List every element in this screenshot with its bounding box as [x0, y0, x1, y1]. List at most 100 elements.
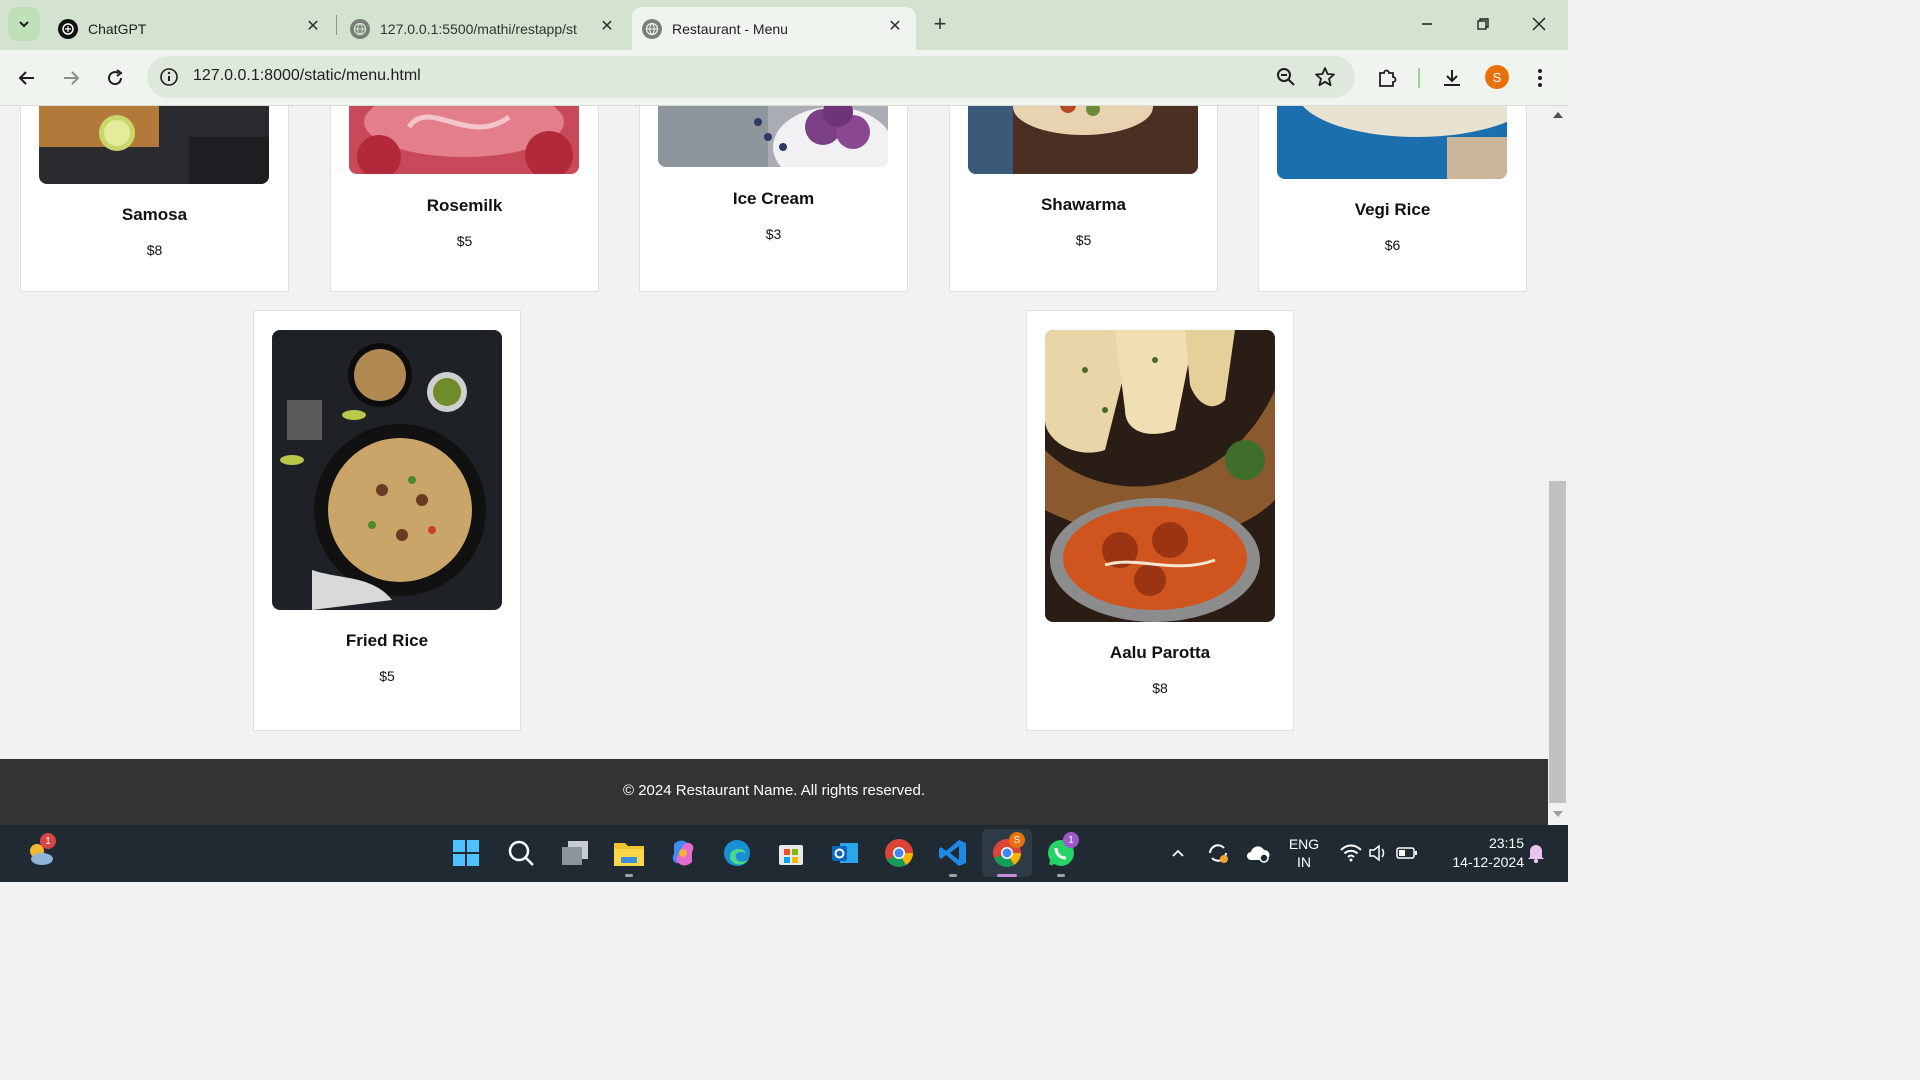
close-tab-icon[interactable]: ✕	[598, 17, 616, 35]
item-price: $8	[146, 242, 163, 258]
close-window-button[interactable]	[1525, 10, 1553, 38]
aalu-parotta-image	[1045, 330, 1275, 622]
puzzle-icon	[1379, 69, 1397, 87]
globe-icon	[350, 18, 370, 39]
menu-card-rosemilk[interactable]: Rosemilk $5	[330, 106, 599, 292]
extensions-button[interactable]	[1373, 64, 1401, 92]
microsoft-store-button[interactable]	[773, 835, 809, 871]
weather-widget[interactable]: 1	[22, 833, 58, 871]
chatgpt-icon	[58, 18, 78, 39]
rosemilk-image	[349, 106, 579, 174]
item-name: Fried Rice	[345, 631, 429, 650]
clock[interactable]: 23:15 14-12-2024	[1430, 834, 1524, 872]
close-icon	[1532, 17, 1546, 31]
notifications-button[interactable]	[1518, 835, 1554, 871]
whatsapp-button[interactable]: 1	[1043, 832, 1079, 877]
region-code: IN	[1297, 854, 1311, 870]
footer-copyright: © 2024 Restaurant Name. All rights reser…	[622, 782, 926, 799]
item-price: $5	[379, 668, 395, 684]
fried-rice-image	[272, 330, 502, 610]
show-hidden-icons-button[interactable]	[1160, 835, 1196, 871]
edge-button[interactable]	[719, 835, 755, 871]
item-name: Aalu Parotta	[1109, 643, 1211, 662]
task-view-icon	[562, 841, 588, 865]
arrow-left-icon	[18, 71, 34, 85]
scroll-down-arrow-icon[interactable]	[1553, 811, 1563, 817]
tab-restaurant-menu[interactable]: Restaurant - Menu ✕	[632, 7, 916, 50]
tab-strip: ChatGPT ✕ 127.0.0.1:5500/mathi/restapp/s…	[0, 0, 1568, 50]
tab-title: ChatGPT	[88, 20, 147, 37]
bell-icon	[1528, 845, 1544, 864]
search-button[interactable]	[503, 835, 539, 871]
download-icon	[1444, 70, 1460, 86]
new-tab-button[interactable]: +	[928, 11, 952, 36]
start-button[interactable]	[448, 835, 484, 871]
profile-avatar[interactable]: S	[1485, 65, 1509, 89]
outlook-button[interactable]	[827, 835, 863, 871]
sync-icon	[1209, 844, 1228, 863]
onedrive-tray-button[interactable]	[1240, 835, 1276, 871]
chevron-down-icon	[19, 21, 29, 28]
store-icon	[779, 845, 803, 865]
language-indicator[interactable]: ENG IN	[1285, 835, 1323, 871]
profile-badge: S	[1009, 832, 1025, 848]
notification-badge: 1	[40, 833, 56, 849]
vscode-icon	[939, 840, 966, 866]
downloads-button[interactable]	[1438, 64, 1466, 92]
copilot-button[interactable]	[665, 835, 701, 871]
item-name: Samosa	[121, 205, 188, 224]
tab-localhost-5500[interactable]: 127.0.0.1:5500/mathi/restapp/st ✕	[340, 7, 628, 50]
chrome-button[interactable]	[881, 835, 917, 871]
page-viewport: Samosa $8 Rosemilk $5 Ice Cream $3 Shawa…	[0, 106, 1548, 825]
item-name: Shawarma	[1040, 195, 1127, 214]
zoom-icon[interactable]	[1275, 66, 1297, 88]
chrome-profile-button[interactable]: S	[989, 832, 1025, 877]
item-price: $8	[1152, 680, 1168, 696]
minimize-button[interactable]	[1413, 10, 1441, 38]
item-price: $5	[1075, 232, 1092, 248]
item-name: Rosemilk	[426, 196, 503, 215]
close-tab-icon[interactable]: ✕	[886, 17, 904, 35]
vscode-button[interactable]	[935, 835, 971, 877]
ice-cream-image	[658, 106, 888, 167]
tab-chatgpt[interactable]: ChatGPT ✕	[48, 7, 338, 50]
tab-search-button[interactable]	[8, 7, 40, 41]
site-info-icon[interactable]	[159, 67, 179, 92]
sync-tray-button[interactable]	[1200, 835, 1236, 871]
scroll-up-arrow-icon[interactable]	[1553, 112, 1563, 118]
browser-toolbar: 127.0.0.1:8000/static/menu.html S	[0, 50, 1568, 106]
menu-card-samosa[interactable]: Samosa $8	[20, 106, 289, 292]
clock-time: 23:15	[1488, 835, 1524, 851]
outlook-icon	[832, 843, 858, 863]
chrome-icon	[885, 839, 913, 867]
running-indicator	[625, 874, 633, 877]
cloud-icon	[1247, 846, 1270, 863]
tab-title: 127.0.0.1:5500/mathi/restapp/st	[380, 20, 577, 37]
running-indicator	[997, 874, 1017, 877]
network-volume-battery[interactable]	[1336, 835, 1422, 871]
menu-card-fried-rice[interactable]: Fried Rice $5	[253, 310, 521, 731]
reload-button[interactable]	[101, 64, 129, 92]
forward-button[interactable]	[57, 64, 85, 92]
url-text[interactable]: 127.0.0.1:8000/static/menu.html	[193, 67, 421, 85]
back-button[interactable]	[13, 64, 41, 92]
restore-button[interactable]	[1469, 10, 1497, 38]
running-indicator	[1057, 874, 1065, 877]
menu-card-ice-cream[interactable]: Ice Cream $3	[639, 106, 908, 292]
scrollbar-thumb[interactable]	[1549, 481, 1566, 803]
page-scrollbar[interactable]	[1548, 106, 1568, 825]
bookmark-star-icon[interactable]	[1314, 66, 1336, 88]
reload-icon	[108, 69, 123, 86]
browser-menu-button[interactable]	[1526, 64, 1554, 92]
item-price: $6	[1384, 237, 1401, 253]
menu-card-vegi-rice[interactable]: Vegi Rice $6	[1258, 106, 1527, 292]
close-tab-icon[interactable]: ✕	[304, 17, 322, 35]
menu-card-shawarma[interactable]: Shawarma $5	[949, 106, 1218, 292]
clock-date: 14-12-2024	[1452, 854, 1524, 870]
windows-taskbar: 1 S 1 ENG IN 23:15 14-12-2024	[0, 825, 1568, 882]
file-explorer-button[interactable]	[611, 835, 647, 877]
menu-card-aalu-parotta[interactable]: Aalu Parotta $8	[1026, 310, 1294, 731]
chevron-up-icon	[1172, 849, 1184, 857]
address-bar[interactable]: 127.0.0.1:8000/static/menu.html	[147, 56, 1355, 98]
task-view-button[interactable]	[557, 835, 593, 871]
